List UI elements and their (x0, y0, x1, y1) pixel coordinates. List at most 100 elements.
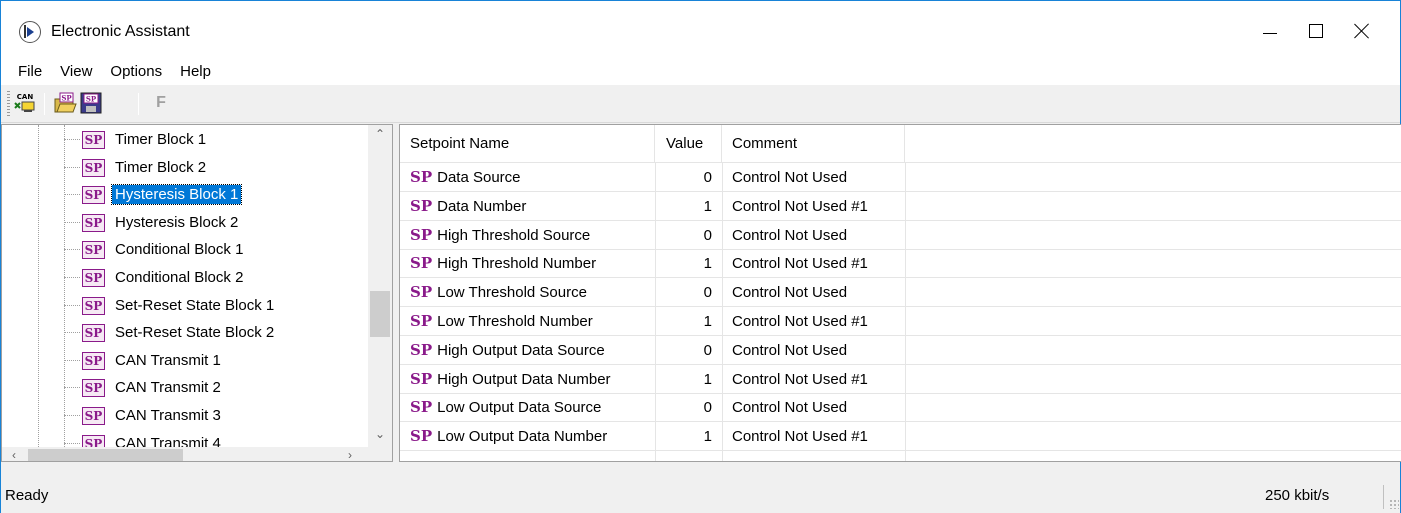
setpoint-name-cell: SP Data Number (410, 192, 655, 221)
tree-vertical-scrollbar[interactable]: ⌃ ⌄ (368, 125, 392, 447)
table-row[interactable]: SP Low Threshold Source 0 Control Not Used (400, 278, 1401, 308)
column-header-setpoint-name[interactable]: Setpoint Name (400, 125, 655, 163)
menu-file[interactable]: File (9, 61, 51, 82)
table-row[interactable]: SP High Output Data Source 0 Control Not Us… (400, 336, 1401, 365)
setpoint-comment: Control Not Used #1 (732, 313, 868, 330)
resize-grip-icon[interactable] (1389, 499, 1399, 509)
setpoint-name: Data Number (437, 197, 527, 215)
tree-guide-line (64, 442, 80, 444)
save-setpoint-button[interactable]: SP (79, 91, 103, 115)
setpoint-comment: Control Not Used #1 (732, 370, 868, 388)
window-title: Electronic Assistant (51, 23, 190, 40)
setpoint-comment: Control Not Used #1 (732, 197, 868, 215)
tree-item[interactable]: SP Timer Block 1 (2, 126, 372, 153)
can-connect-button[interactable]: CAN (13, 91, 37, 115)
tree-horizontal-scrollbar[interactable]: ‹ › (2, 447, 392, 461)
status-bar: Ready 250 kbit/s (1, 463, 1400, 513)
menu-options[interactable]: Options (101, 61, 171, 82)
setpoint-comment: Control Not Used (732, 169, 848, 186)
tree-item[interactable]: SP Set-Reset State Block 1 (2, 292, 372, 319)
tree-item[interactable]: SP CAN Transmit 2 (2, 374, 372, 401)
scroll-thumb[interactable] (370, 291, 390, 337)
setpoint-icon: SP (410, 340, 433, 359)
close-icon (1354, 23, 1370, 39)
table-row[interactable]: SP Data Number 1 Control Not Used #1 (400, 192, 1401, 221)
maximize-button[interactable] (1293, 11, 1339, 51)
table-row[interactable]: SP Low Threshold Number 1 Control Not Used … (400, 307, 1401, 336)
tree-item[interactable]: SP Conditional Block 1 (2, 236, 372, 263)
open-icon-label: SP (61, 94, 72, 103)
tree-item-label: Hysteresis Block 1 (110, 184, 243, 206)
setpoint-icon: SP (410, 283, 433, 302)
tree-item-label: CAN Transmit 3 (115, 407, 221, 424)
setpoint-value: 0 (703, 399, 712, 417)
setpoint-name-cell: SP Low Threshold Number (410, 307, 655, 336)
save-file-icon: SP (80, 92, 102, 114)
scroll-thumb[interactable] (28, 449, 183, 461)
table-row[interactable]: SP High Threshold Source 0 Control Not Used (400, 221, 1401, 250)
tree-item[interactable]: SP CAN Transmit 1 (2, 347, 372, 374)
table-row[interactable]: SP Low Output Data Source 0 Control Not Use… (400, 393, 1401, 423)
setpoint-name: High Output Data Source (437, 341, 605, 359)
setpoint-comment: Control Not Used (732, 341, 848, 359)
scroll-right-icon[interactable]: › (340, 447, 360, 461)
column-divider (905, 163, 906, 461)
minimize-icon (1263, 32, 1277, 34)
table-row[interactable]: SP Data Source 0 Control Not Used (400, 163, 1401, 192)
setpoint-value: 1 (703, 370, 712, 388)
table-row[interactable]: SP High Output Data Number 1 Control Not Us… (400, 365, 1401, 394)
tree-guide-line (64, 415, 80, 416)
title-bar[interactable]: Electronic Assistant (1, 1, 1400, 57)
tree-guide-line (64, 139, 80, 140)
flash-button[interactable]: F (149, 91, 173, 115)
setpoint-name: Data Source (437, 169, 521, 186)
open-setpoint-button[interactable]: SP (53, 91, 77, 115)
baud-rate-indicator: 250 kbit/s (1265, 487, 1330, 504)
setpoint-comment: Control Not Used #1 (732, 428, 868, 446)
setpoint-name-cell: SP High Threshold Number (410, 249, 655, 278)
scroll-left-icon[interactable]: ‹ (4, 447, 24, 461)
table-row[interactable]: SP High Threshold Number 1 Control Not Used… (400, 249, 1401, 279)
column-header-comment[interactable]: Comment (722, 125, 905, 163)
setpoint-icon: SP (410, 369, 433, 388)
menu-help[interactable]: Help (171, 61, 220, 82)
setpoint-icon: SP (410, 196, 433, 215)
list-header: Setpoint Name Value Comment (400, 125, 1401, 163)
status-text: Ready (5, 487, 49, 504)
setpoint-icon: SP (410, 254, 433, 273)
setpoint-comment: Control Not Used (732, 226, 848, 244)
scroll-up-icon[interactable]: ⌃ (368, 127, 392, 149)
setpoint-list-view: Setpoint Name Value Comment SP Data Sourc… (399, 124, 1401, 462)
tree-guide-line (64, 277, 80, 278)
setpoint-name: High Threshold Number (437, 255, 597, 273)
setpoint-icon: SP (82, 213, 105, 232)
minimize-button[interactable] (1247, 11, 1293, 51)
setpoint-name: Low Threshold Source (437, 284, 587, 302)
scroll-down-icon[interactable]: ⌄ (368, 427, 392, 449)
setpoint-group-tree: SP Timer Block 1 SP Timer Block 2 SP Hysteres… (1, 124, 393, 462)
setpoint-name: Low Output Data Source (437, 399, 602, 417)
table-row[interactable]: SP Low Output Data Number 1 Control Not Use… (400, 422, 1401, 452)
setpoint-name-cell: SP High Output Data Number (410, 365, 655, 394)
menu-bar: File View Options Help (1, 57, 1400, 85)
column-header-value[interactable]: Value (655, 125, 722, 163)
setpoint-icon: SP (410, 168, 433, 186)
setpoint-name: High Output Data Number (437, 370, 611, 388)
tree-item[interactable]: SP Set-Reset State Block 2 (2, 319, 372, 346)
menu-view[interactable]: View (51, 61, 101, 82)
setpoint-comment: Control Not Used #1 (732, 255, 868, 273)
setpoint-icon: SP (410, 398, 433, 417)
open-file-icon: SP (54, 92, 77, 113)
toolbar-grip[interactable] (7, 91, 10, 116)
tree-item[interactable]: SP CAN Transmit 3 (2, 402, 372, 429)
setpoint-value: 0 (703, 341, 712, 359)
tree-item[interactable]: SP Hysteresis Block 2 (2, 209, 372, 236)
tree-item[interactable]: SP Timer Block 2 (2, 154, 372, 181)
close-button[interactable] (1339, 11, 1385, 51)
tree-item[interactable]: SP Hysteresis Block 1 (2, 181, 372, 208)
tree-item[interactable]: SP Conditional Block 2 (2, 264, 372, 291)
setpoint-value: 1 (703, 197, 712, 215)
setpoint-name: Low Output Data Number (437, 428, 608, 446)
column-divider (655, 163, 656, 461)
setpoint-icon: SP (410, 225, 433, 244)
